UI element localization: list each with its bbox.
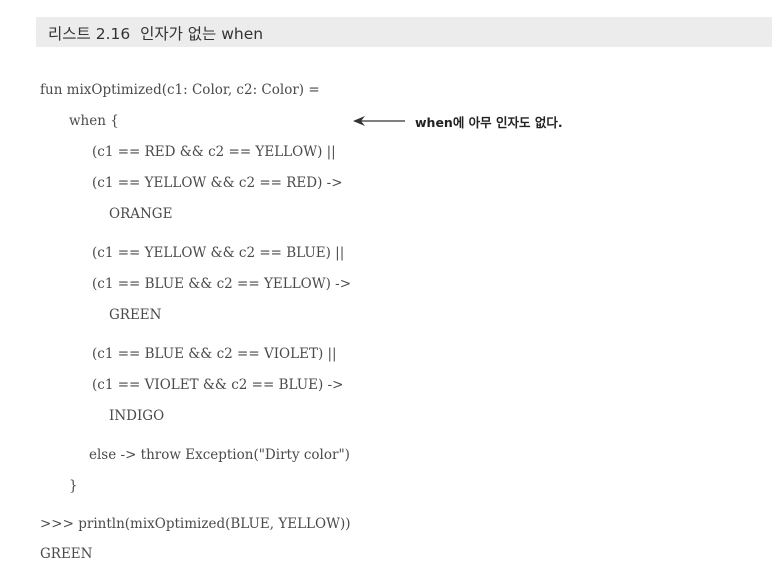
code-line-else: else -> throw Exception("Dirty color")	[89, 447, 350, 463]
code-line-result: INDIGO	[109, 408, 165, 424]
left-arrow-icon	[353, 116, 405, 126]
annotation-callout: when에 아무 인자도 없다.	[353, 112, 563, 130]
code-line-when-close: }	[69, 478, 78, 494]
code-line-result: ORANGE	[109, 206, 173, 222]
code-line-condition: (c1 == BLUE && c2 == YELLOW) ->	[92, 276, 352, 292]
listing-title: 리스트 2.16 인자가 없는 when	[48, 25, 264, 43]
listing-header: 리스트 2.16 인자가 없는 when	[36, 17, 772, 47]
code-line-function-signature: fun mixOptimized(c1: Color, c2: Color) =	[40, 82, 320, 98]
code-line-condition: (c1 == YELLOW && c2 == BLUE) ||	[92, 245, 345, 261]
code-line-when-open: when {	[69, 113, 119, 129]
code-line-condition: (c1 == BLUE && c2 == VIOLET) ||	[92, 346, 337, 362]
annotation-text: when에 아무 인자도 없다.	[415, 114, 563, 130]
code-line-repl-input: >>> println(mixOptimized(BLUE, YELLOW))	[40, 516, 351, 532]
code-line-result: GREEN	[109, 307, 162, 323]
code-line-condition: (c1 == VIOLET && c2 == BLUE) ->	[92, 377, 344, 393]
code-line-condition: (c1 == YELLOW && c2 == RED) ->	[92, 175, 343, 191]
code-line-repl-output: GREEN	[40, 546, 93, 562]
code-line-condition: (c1 == RED && c2 == YELLOW) ||	[92, 144, 336, 160]
